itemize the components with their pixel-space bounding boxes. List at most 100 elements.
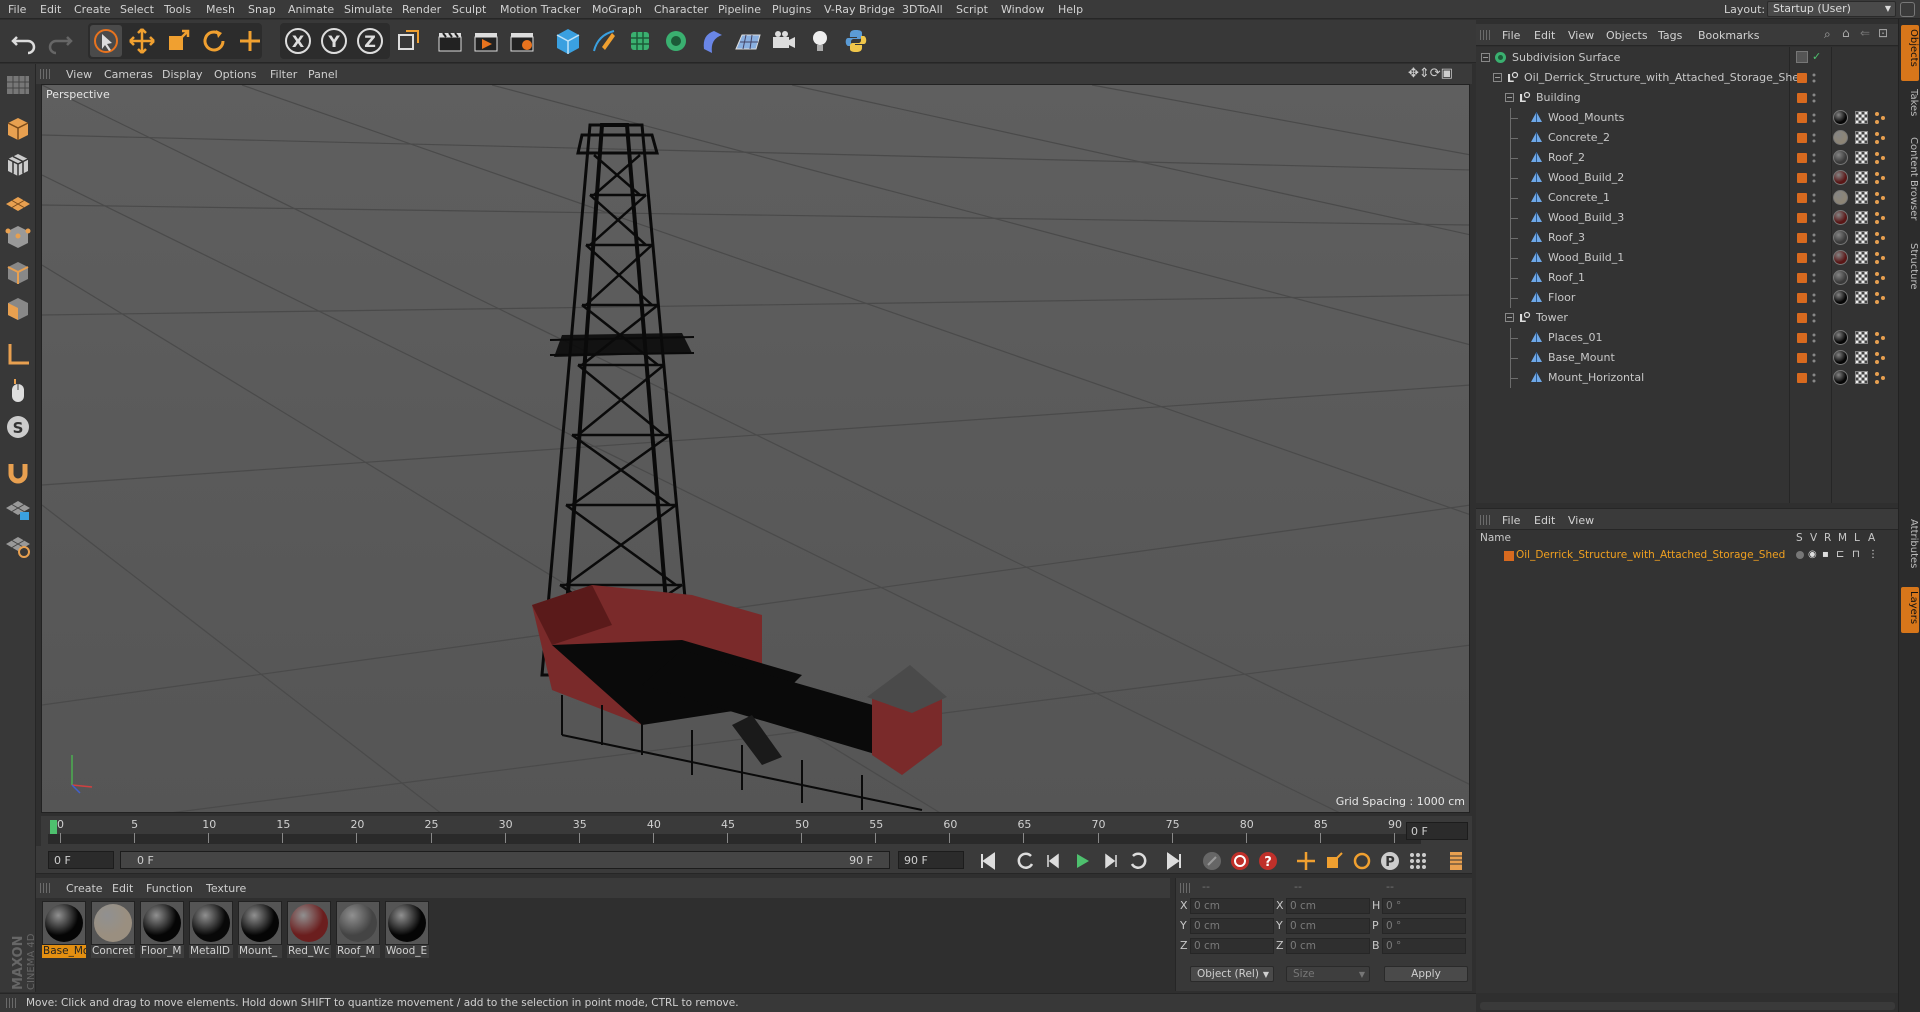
visibility-dots-icon[interactable] (1812, 171, 1816, 185)
layer-color-swatch[interactable] (1797, 293, 1807, 303)
size-mode-dropdown[interactable]: Size ▼ (1286, 966, 1370, 982)
workplane-mode-button[interactable] (3, 186, 33, 216)
tab-objects[interactable]: Objects (1901, 25, 1919, 81)
material-swatch[interactable]: Roof_M (336, 901, 380, 959)
object-row[interactable]: Base_Mount (1476, 348, 1898, 368)
object-row[interactable]: Roof_3 (1476, 228, 1898, 248)
layer-color-swatch[interactable] (1797, 213, 1807, 223)
subdivision-edit-icon[interactable] (1796, 51, 1808, 63)
uvw-tag-icon[interactable] (1855, 111, 1868, 124)
collapse-toggle-icon[interactable]: − (1481, 53, 1490, 62)
material-tag-icon[interactable] (1833, 130, 1848, 145)
timeline-track[interactable] (48, 834, 1421, 844)
material-swatch[interactable]: Floor_M (140, 901, 184, 959)
col-view[interactable]: V (1810, 532, 1817, 544)
phong-tag-icon[interactable] (1873, 150, 1887, 166)
coord-value-field[interactable]: 0 ° (1382, 918, 1466, 934)
object-row[interactable]: Wood_Build_2 (1476, 168, 1898, 188)
z-axis-button[interactable]: Z (354, 25, 386, 57)
visibility-dots-icon[interactable] (1812, 271, 1816, 285)
menu-edit[interactable]: Edit (40, 3, 61, 16)
layer-name[interactable]: Oil_Derrick_Structure_with_Attached_Stor… (1516, 549, 1785, 561)
points-mode-button[interactable] (3, 222, 33, 252)
scale-tool-button[interactable] (162, 25, 194, 57)
col-render[interactable]: R (1824, 532, 1831, 544)
layer-color-swatch[interactable] (1797, 373, 1807, 383)
python-button[interactable] (840, 25, 872, 57)
material-tag-icon[interactable] (1833, 290, 1848, 305)
material-menu-create[interactable]: Create (66, 882, 103, 895)
phong-tag-icon[interactable] (1873, 170, 1887, 186)
layout-lock-icon[interactable] (1900, 2, 1915, 17)
material-swatch[interactable]: Base_Mo (42, 901, 86, 959)
enabled-check-icon[interactable]: ✓ (1812, 50, 1821, 63)
layer-color-swatch[interactable] (1797, 273, 1807, 283)
tab-attributes[interactable]: Attributes (1901, 515, 1919, 583)
menu-vray-bridge[interactable]: V-Ray Bridge (824, 3, 895, 16)
pen-button[interactable] (588, 25, 620, 57)
tab-takes[interactable]: Takes (1901, 85, 1919, 129)
material-menu-edit[interactable]: Edit (112, 882, 133, 895)
menu-window[interactable]: Window (1001, 3, 1044, 16)
object-name[interactable]: Floor (1548, 291, 1575, 304)
uvw-tag-icon[interactable] (1855, 171, 1868, 184)
max-frame-field[interactable]: 90 F (898, 851, 964, 869)
material-tag-icon[interactable] (1833, 370, 1848, 385)
layer-color-swatch[interactable] (1797, 193, 1807, 203)
visibility-dots-icon[interactable] (1812, 71, 1816, 85)
new-window-icon[interactable]: ⊡ (1878, 26, 1888, 40)
layer-color-swatch[interactable] (1797, 233, 1807, 243)
material-tag-icon[interactable] (1833, 350, 1848, 365)
object-name[interactable]: Wood_Build_1 (1548, 251, 1624, 264)
object-name[interactable]: Roof_2 (1548, 151, 1585, 164)
uvw-tag-icon[interactable] (1855, 351, 1868, 364)
render-toggle-icon[interactable]: ▪ (1822, 549, 1829, 560)
playhead-marker[interactable] (50, 820, 57, 834)
texture-mode-button[interactable] (3, 150, 33, 180)
om-menu-bookmarks[interactable]: Bookmarks (1698, 29, 1759, 42)
object-name[interactable]: Wood_Mounts (1548, 111, 1624, 124)
material-tag-icon[interactable] (1833, 210, 1848, 225)
render-settings-button[interactable] (506, 25, 538, 57)
visibility-dots-icon[interactable] (1812, 211, 1816, 225)
model-mode-button[interactable] (3, 114, 33, 144)
frame-range-slider[interactable]: 0 F 90 F (120, 851, 890, 869)
object-row[interactable]: Mount_Horizontal (1476, 368, 1898, 388)
key-pla-button[interactable] (1406, 849, 1430, 873)
viewport-menu-panel[interactable]: Panel (308, 68, 338, 81)
material-menu-texture[interactable]: Texture (206, 882, 246, 895)
phong-tag-icon[interactable] (1873, 130, 1887, 146)
lock-icon[interactable]: ⊓ (1852, 549, 1860, 560)
back-icon[interactable]: ⇐ (1860, 26, 1870, 40)
layer-color-swatch[interactable] (1797, 313, 1807, 323)
tab-content-browser[interactable]: Content Browser (1901, 133, 1919, 235)
menu-tools[interactable]: Tools (164, 3, 191, 16)
object-row[interactable]: − Subdivision Surface ✓ (1476, 48, 1898, 68)
edges-mode-button[interactable] (3, 258, 33, 288)
layer-color-swatch[interactable] (1797, 133, 1807, 143)
visibility-dots-icon[interactable] (1812, 251, 1816, 265)
menu-simulate[interactable]: Simulate (344, 3, 393, 16)
material-tag-icon[interactable] (1833, 270, 1848, 285)
object-row[interactable]: Wood_Build_3 (1476, 208, 1898, 228)
menu-file[interactable]: File (8, 3, 26, 16)
col-animation[interactable]: A (1868, 532, 1875, 544)
solo-toggle-icon[interactable] (1796, 551, 1804, 559)
material-tag-icon[interactable] (1833, 330, 1848, 345)
key-position-button[interactable] (1294, 849, 1318, 873)
rotate-tool-button[interactable] (198, 25, 230, 57)
uvw-tag-icon[interactable] (1855, 191, 1868, 204)
layer-color-swatch[interactable] (1797, 253, 1807, 263)
mograph-button[interactable] (660, 25, 692, 57)
tab-layers[interactable]: Layers (1901, 587, 1919, 633)
workplane-lock-button[interactable] (3, 494, 33, 524)
menu-help[interactable]: Help (1058, 3, 1083, 16)
layer-color-swatch[interactable] (1797, 333, 1807, 343)
viewport-nav-icons[interactable]: ✥⇕⟳▣ (1408, 66, 1453, 81)
apply-button[interactable]: Apply (1384, 966, 1468, 982)
material-swatch[interactable]: MetallD (189, 901, 233, 959)
previous-frame-button[interactable] (1042, 849, 1066, 873)
collapse-toggle-icon[interactable]: − (1493, 73, 1502, 82)
material-tag-icon[interactable] (1833, 190, 1848, 205)
tab-structure[interactable]: Structure (1901, 239, 1919, 303)
